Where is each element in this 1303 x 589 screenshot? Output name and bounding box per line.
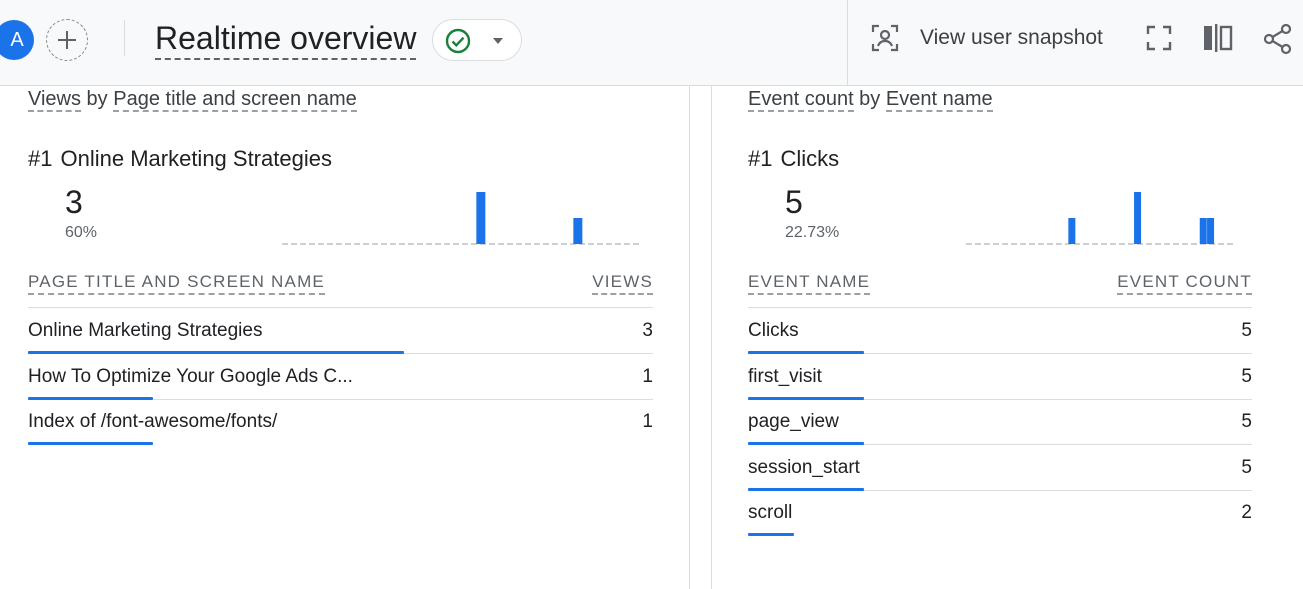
dimension-selector[interactable]: Page title and screen name (113, 88, 357, 112)
sparkline-chart (282, 192, 641, 245)
status-dropdown[interactable] (432, 19, 522, 61)
sparkline-bar[interactable] (476, 192, 486, 244)
check-circle-icon (445, 28, 471, 54)
table-row[interactable]: Online Marketing Strategies 3 (28, 308, 653, 354)
row-label: Index of /font-awesome/fonts/ (28, 411, 278, 432)
table-row[interactable]: scroll 2 (748, 490, 1252, 536)
table-row[interactable]: Clicks 5 (748, 308, 1252, 354)
top-item: #1 Online Marketing Strategies (28, 146, 332, 172)
row-count: 1 (642, 365, 653, 387)
table-row[interactable]: page_view 5 (748, 399, 1252, 445)
sparkline-bar[interactable] (573, 218, 583, 244)
table-row[interactable]: first_visit 5 (748, 354, 1252, 400)
top-item-value: 3 (65, 184, 83, 220)
top-bar: A Realtime overview View user snapshot (0, 0, 1303, 86)
top-item-percent: 60% (65, 224, 98, 241)
top-item-name: Online Marketing Strategies (60, 146, 332, 171)
top-rank: #1 (748, 146, 773, 171)
dimension-selector[interactable]: Event name (885, 88, 993, 112)
sparkline-chart (966, 192, 1236, 245)
row-label: Online Marketing Strategies (28, 320, 263, 341)
metric-selector[interactable]: Views (28, 88, 81, 112)
avatar-letter: A (10, 28, 24, 51)
top-item-value: 5 (785, 184, 803, 220)
row-count: 5 (1241, 365, 1252, 387)
row-count: 5 (1241, 411, 1252, 432)
split-view-icon (1204, 24, 1233, 52)
fullscreen-icon (1146, 25, 1172, 51)
toolbar-right-divider (847, 0, 848, 86)
column-header-name[interactable]: PAGE TITLE AND SCREEN NAME (28, 272, 325, 295)
row-label: first_visit (748, 365, 822, 387)
view-user-snapshot-label: View user snapshot (920, 26, 1103, 49)
row-label: page_view (748, 411, 839, 432)
table-row[interactable]: How To Optimize Your Google Ads C... 1 (28, 354, 653, 400)
row-count: 1 (642, 411, 653, 432)
row-label: Clicks (748, 320, 799, 341)
row-label: How To Optimize Your Google Ads C... (28, 365, 353, 387)
card-title: Views by Page title and screen name (28, 88, 357, 112)
panel-divider (689, 86, 690, 589)
row-count: 3 (642, 320, 653, 341)
table-row[interactable]: Index of /font-awesome/fonts/1 (28, 399, 653, 445)
row-proportion-bar (28, 442, 154, 445)
view-user-snapshot-button[interactable]: View user snapshot (870, 20, 1103, 56)
table-row[interactable]: session_start 5 (748, 445, 1252, 491)
share-button[interactable] (1261, 22, 1293, 55)
row-label: scroll (748, 502, 793, 523)
plus-icon (58, 31, 76, 49)
sparkline-bar[interactable] (1207, 218, 1215, 244)
share-icon (1263, 23, 1292, 55)
sparkline-bar[interactable] (1199, 218, 1207, 244)
metric-selector[interactable]: Event count (748, 88, 854, 112)
column-header-value[interactable]: EVENT COUNT (1117, 272, 1252, 295)
fullscreen-button[interactable] (1143, 22, 1175, 54)
add-comparison-button[interactable] (46, 19, 88, 61)
top-item-name: Clicks (780, 146, 840, 171)
panel-divider (711, 86, 712, 589)
row-count: 2 (1241, 502, 1252, 523)
card-title: Event count by Event name (748, 88, 993, 112)
compare-button[interactable] (1201, 22, 1233, 54)
account-avatar[interactable]: A (0, 20, 34, 60)
chevron-down-icon (493, 38, 503, 44)
toolbar-divider (124, 20, 125, 56)
column-header-value[interactable]: VIEWS (592, 272, 653, 295)
row-proportion-bar (748, 533, 795, 536)
top-rank: #1 (28, 146, 53, 171)
row-count: 5 (1241, 320, 1252, 341)
sparkline-bar[interactable] (1068, 218, 1076, 244)
user-snapshot-icon (871, 24, 899, 52)
top-item: #1 Clicks (748, 146, 839, 172)
top-item-percent: 22.73% (785, 224, 840, 241)
row-count: 5 (1241, 456, 1252, 478)
page-title[interactable]: Realtime overview (155, 18, 417, 60)
sparkline-bar[interactable] (1134, 192, 1142, 244)
row-label: session_start (748, 456, 860, 478)
column-header-name[interactable]: EVENT NAME (748, 272, 871, 295)
